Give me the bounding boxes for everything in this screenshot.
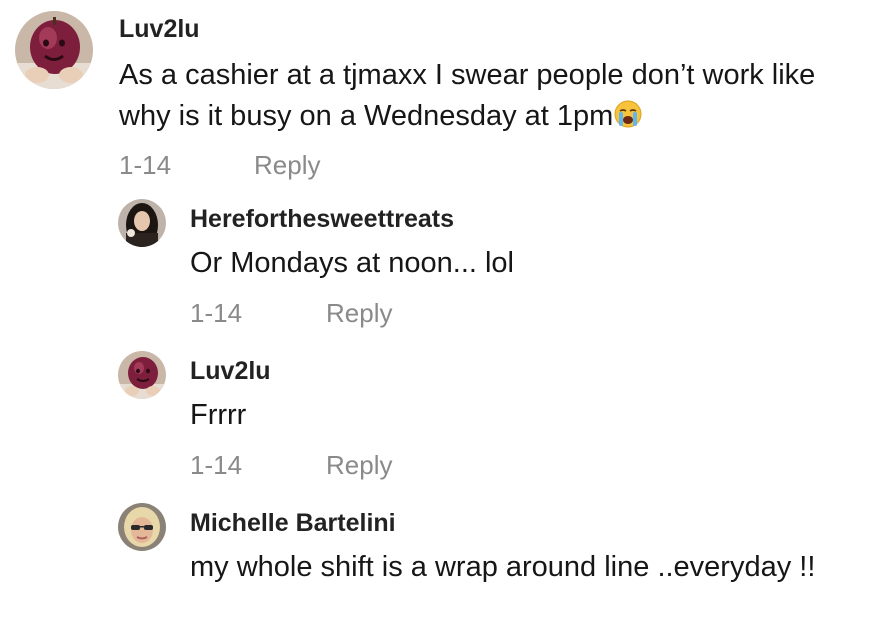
loudly-crying-face-emoji: [614, 99, 642, 128]
comment-date: 1-14: [190, 450, 243, 480]
comment-date: 1-14: [190, 298, 243, 328]
comment-text: my whole shift is a wrap around line ..e…: [190, 551, 816, 583]
woman-dark-hair-avatar-icon[interactable]: [118, 199, 166, 247]
apple-face-avatar-icon[interactable]: [118, 351, 166, 399]
comment-text: Frrrr: [190, 399, 247, 431]
comment-username[interactable]: Michelle Bartelini: [190, 509, 396, 538]
reply-button[interactable]: Reply: [326, 298, 392, 329]
comment-username[interactable]: Hereforthesweettreats: [190, 205, 454, 234]
comment-username[interactable]: Luv2lu: [119, 15, 200, 44]
comment-text: Or Mondays at noon... lol: [190, 247, 514, 279]
reply-button[interactable]: Reply: [326, 450, 392, 481]
apple-face-avatar-icon[interactable]: [15, 11, 93, 89]
comment-date: 1-14: [119, 150, 172, 180]
woman-blonde-sunglasses-avatar-icon[interactable]: [118, 503, 166, 551]
reply-button[interactable]: Reply: [254, 150, 320, 181]
comment-username[interactable]: Luv2lu: [190, 357, 271, 386]
comment-text: As a cashier at a tjmaxx I swear people …: [119, 59, 816, 132]
